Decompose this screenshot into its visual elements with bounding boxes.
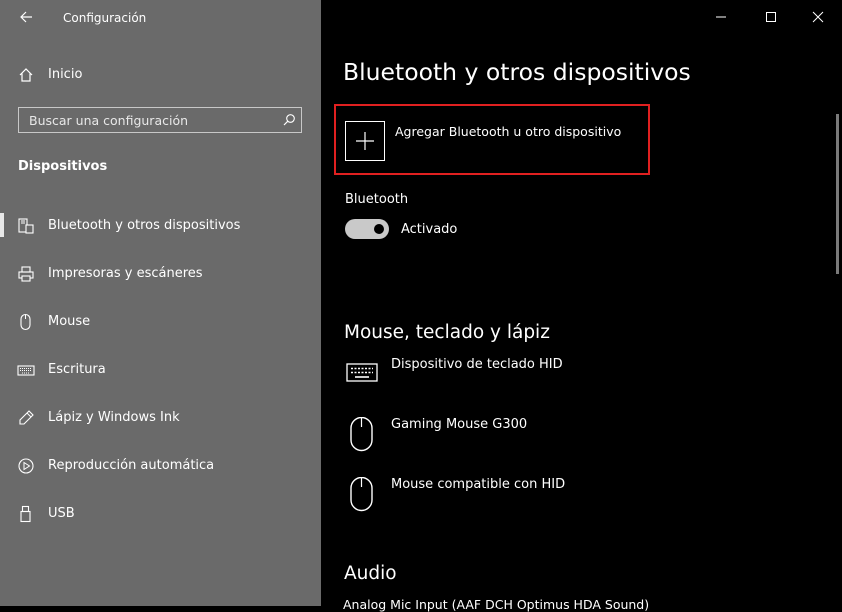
- toggle-knob: [374, 224, 384, 234]
- bluetooth-toggle[interactable]: [345, 219, 389, 239]
- mouse-icon: [350, 477, 373, 512]
- sidebar-item-home[interactable]: Inicio: [0, 62, 321, 88]
- sidebar-item-label: Lápiz y Windows Ink: [48, 410, 180, 425]
- pen-icon: [19, 410, 34, 425]
- mouse-icon: [20, 313, 31, 331]
- search-field[interactable]: [18, 107, 302, 133]
- device-name: Mouse compatible con HID: [391, 477, 566, 492]
- sidebar-item-label: Inicio: [48, 67, 83, 82]
- search-icon[interactable]: [282, 113, 296, 127]
- sidebar-item-typing[interactable]: Escritura: [0, 356, 321, 384]
- sidebar-item-mouse[interactable]: Mouse: [0, 308, 321, 336]
- keyboard-icon: [17, 365, 35, 376]
- audio-title: Audio: [344, 563, 397, 584]
- sidebar: Configuración Inicio Dispositivos Blueto…: [0, 0, 321, 606]
- sidebar-item-autoplay[interactable]: Reproducción automática: [0, 452, 321, 480]
- home-icon: [19, 68, 33, 82]
- sidebar-item-label: USB: [48, 506, 75, 521]
- close-button[interactable]: [803, 6, 833, 28]
- sidebar-item-label: Bluetooth y otros dispositivos: [48, 218, 241, 233]
- back-button[interactable]: [14, 6, 38, 28]
- keyboard-icon: [346, 363, 378, 382]
- device-item[interactable]: Mouse compatible con HID: [343, 477, 643, 521]
- maximize-button[interactable]: [756, 6, 786, 28]
- device-name: Dispositivo de teclado HID: [391, 357, 563, 372]
- device-item[interactable]: Dispositivo de teclado HID: [343, 357, 643, 401]
- sidebar-item-label: Mouse: [48, 314, 91, 329]
- add-device-button[interactable]: Agregar Bluetooth u otro dispositivo: [334, 104, 650, 175]
- input-devices-title: Mouse, teclado y lápiz: [344, 322, 550, 343]
- plus-icon: [356, 132, 374, 150]
- minimize-button[interactable]: [706, 6, 736, 28]
- scrollbar[interactable]: [836, 114, 839, 274]
- maximize-icon: [766, 12, 776, 22]
- autoplay-icon: [18, 458, 34, 474]
- bluetooth-state: Activado: [401, 222, 458, 237]
- sidebar-item-label: Escritura: [48, 362, 106, 377]
- section-header: Dispositivos: [18, 159, 108, 174]
- close-icon: [812, 11, 824, 23]
- sidebar-item-bluetooth[interactable]: Bluetooth y otros dispositivos: [0, 212, 321, 240]
- add-device-label: Agregar Bluetooth u otro dispositivo: [395, 124, 622, 139]
- back-arrow-icon: [20, 11, 32, 23]
- search-input[interactable]: [19, 108, 269, 132]
- audio-device-partial[interactable]: Analog Mic Input (AAF DCH Optimus HDA So…: [343, 597, 649, 612]
- usb-icon: [20, 505, 31, 523]
- sidebar-item-label: Reproducción automática: [48, 458, 215, 473]
- selection-indicator: [0, 213, 4, 237]
- device-name: Gaming Mouse G300: [391, 417, 528, 432]
- sidebar-item-printers[interactable]: Impresoras y escáneres: [0, 260, 321, 288]
- app-title: Configuración: [63, 11, 147, 25]
- minimize-icon: [716, 16, 726, 18]
- bluetooth-devices-icon: [18, 218, 34, 234]
- mouse-icon: [350, 417, 373, 452]
- sidebar-item-pen[interactable]: Lápiz y Windows Ink: [0, 404, 321, 432]
- sidebar-item-label: Impresoras y escáneres: [48, 266, 203, 281]
- page-title: Bluetooth y otros dispositivos: [343, 58, 691, 86]
- printer-icon: [18, 266, 34, 282]
- add-icon-box: [345, 121, 385, 161]
- sidebar-item-usb[interactable]: USB: [0, 500, 321, 528]
- device-item[interactable]: Gaming Mouse G300: [343, 417, 643, 461]
- bluetooth-label: Bluetooth: [345, 192, 409, 207]
